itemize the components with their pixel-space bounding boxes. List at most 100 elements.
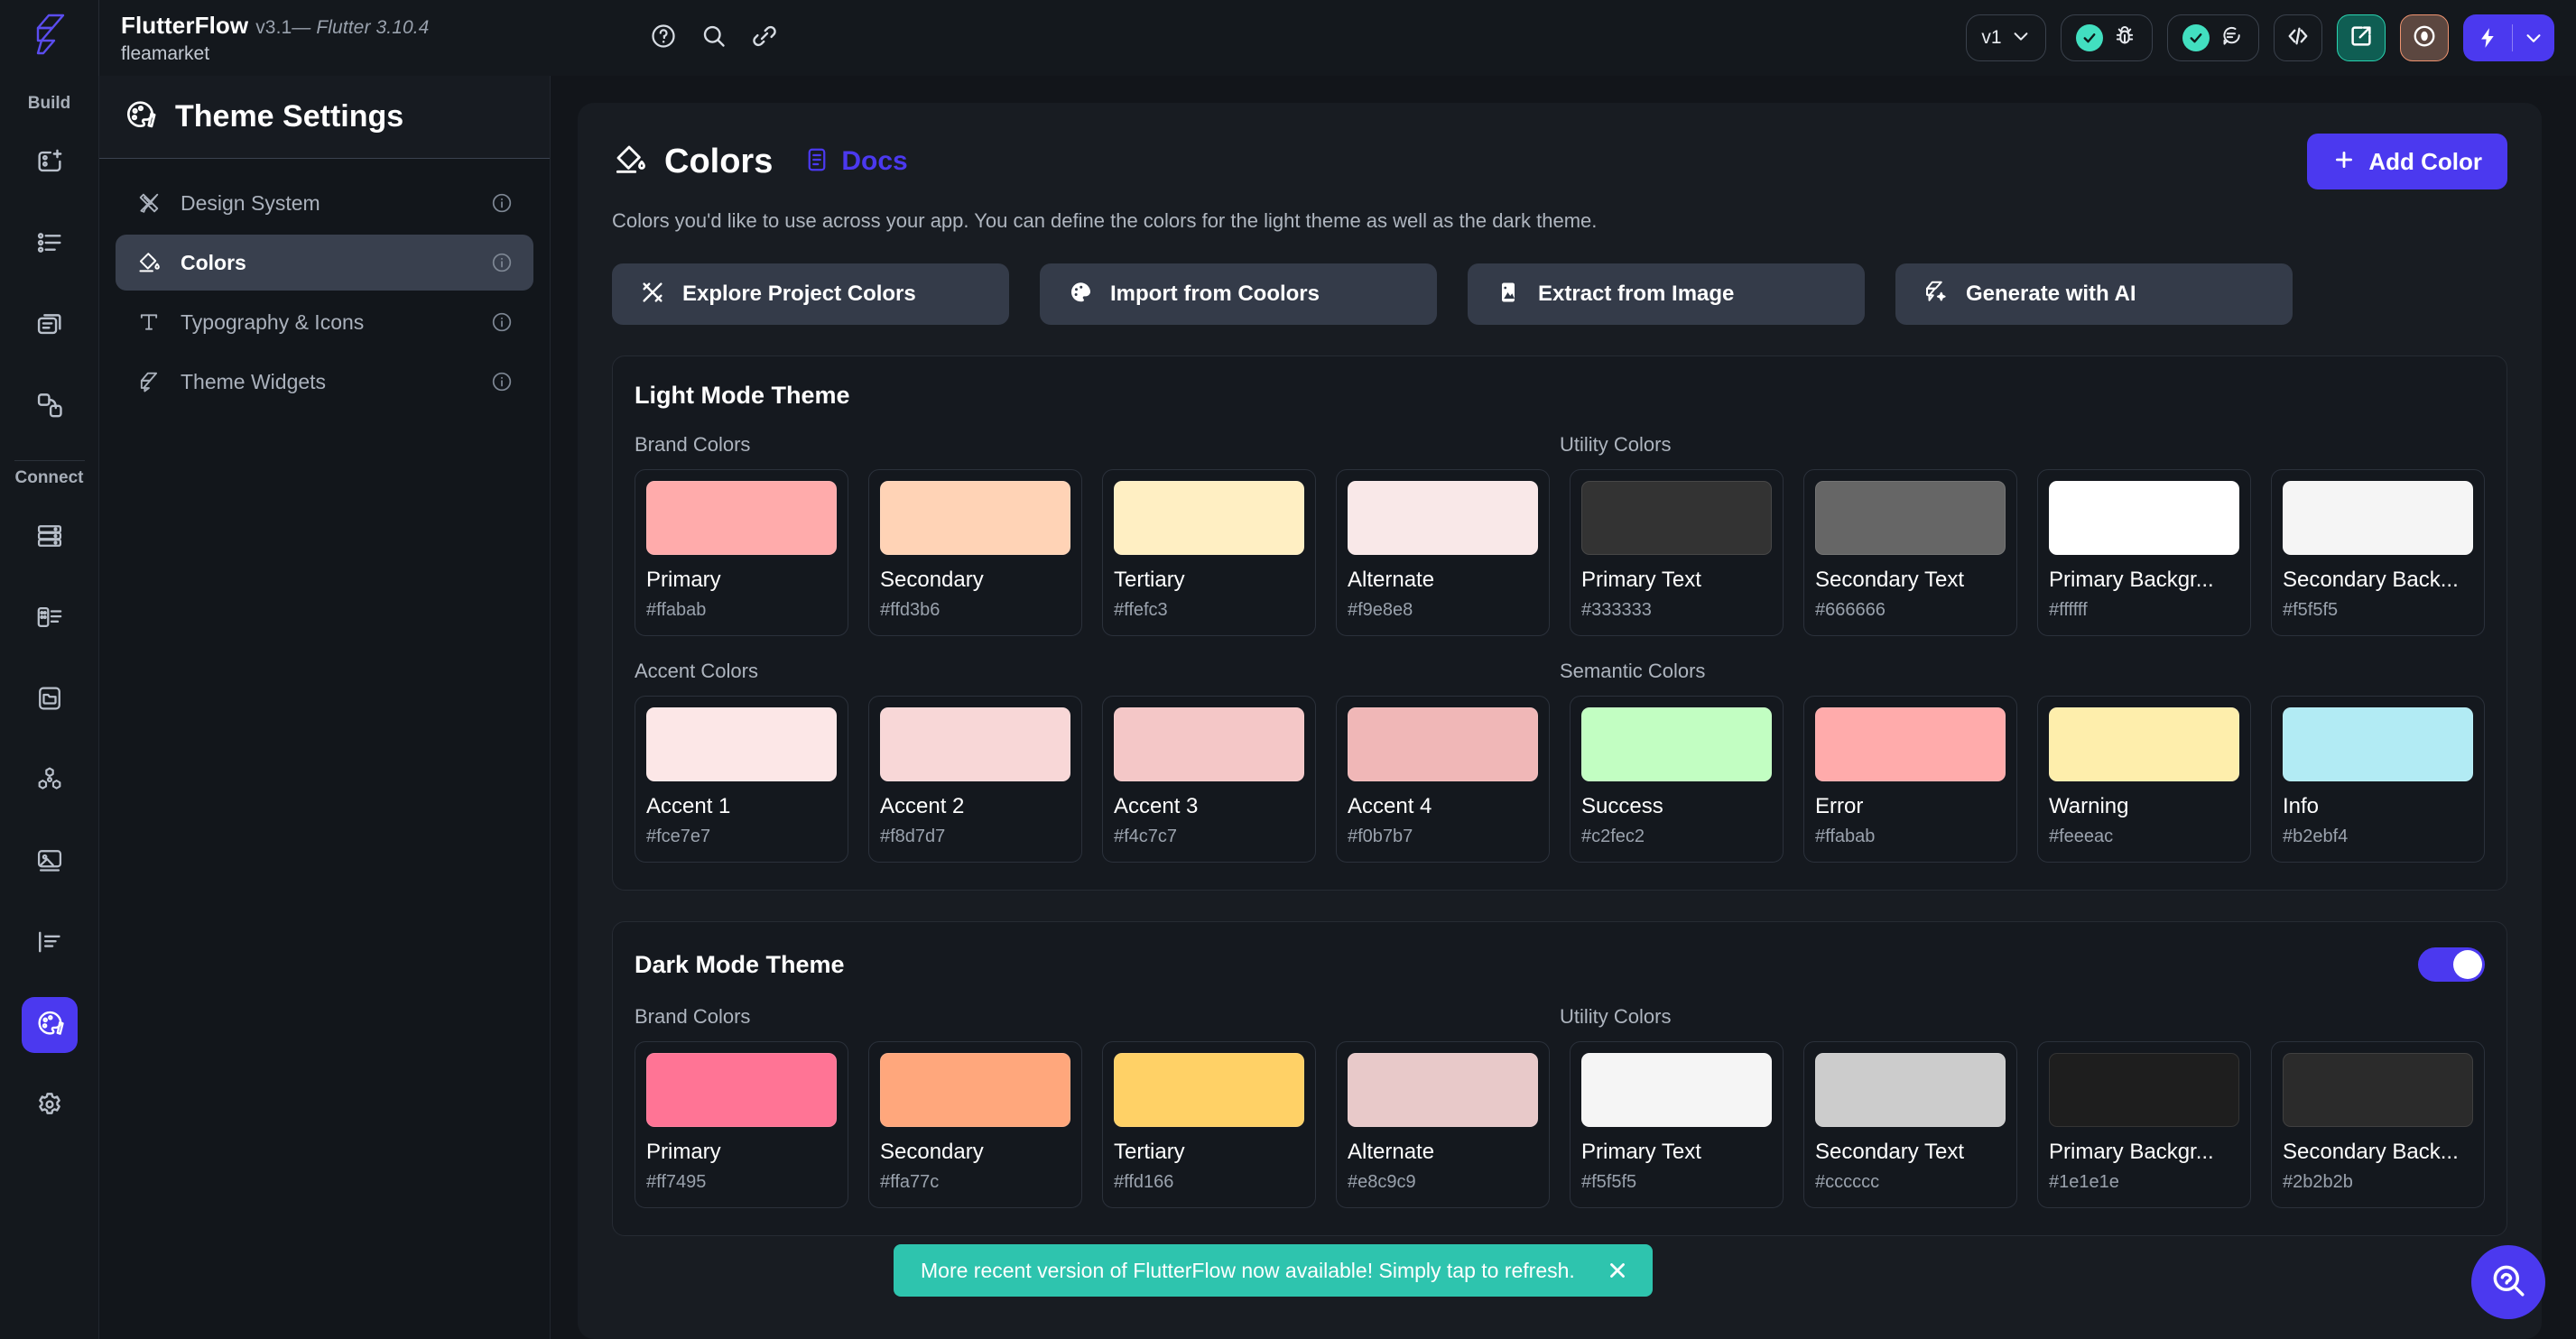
swatch-name: Primary Backgr...: [2049, 1140, 2214, 1164]
color-swatch[interactable]: Secondary Back... #2b2b2b: [2271, 1041, 2485, 1208]
help-button[interactable]: [643, 17, 684, 59]
accent-colors-label: Accent Colors: [635, 660, 758, 682]
color-swatch[interactable]: Accent 4 #f0b7b7: [1336, 696, 1550, 863]
extract-from-image-button[interactable]: Extract from Image: [1468, 263, 1865, 325]
close-x-icon[interactable]: [1606, 1259, 1629, 1282]
rail-item-storage[interactable]: [22, 672, 78, 728]
color-swatch[interactable]: Error #ffabab: [1803, 696, 2017, 863]
swatch-name: Secondary Back...: [2283, 1140, 2459, 1164]
info-circle-icon[interactable]: [490, 191, 514, 215]
comment-icon: [2219, 23, 2244, 53]
sidebar-item-colors[interactable]: Colors: [116, 235, 533, 291]
import-from-coolors-button[interactable]: Import from Coolors: [1040, 263, 1437, 325]
app-name: FlutterFlow: [121, 11, 249, 39]
swatch-color-preview: [1114, 1053, 1304, 1127]
question-circle-icon: [650, 23, 677, 54]
swatch-hex: #f0b7b7: [1348, 826, 1413, 846]
theme-widgets-icon: [135, 369, 162, 394]
rail-item-new-page[interactable]: [22, 135, 78, 191]
light-row-brand-utility: Primary #ffabab Secondary #ffd3b6 Tertia…: [635, 469, 2485, 636]
info-circle-icon[interactable]: [490, 370, 514, 393]
sidebar-item-typography-icons[interactable]: Typography & Icons: [116, 294, 533, 350]
color-swatch[interactable]: Primary Text #f5f5f5: [1570, 1041, 1784, 1208]
sidebar-item-label: Theme Widgets: [181, 369, 327, 393]
add-color-button[interactable]: Add Color: [2307, 134, 2507, 189]
settings-gear-icon: [34, 1089, 65, 1124]
color-swatch[interactable]: Info #b2ebf4: [2271, 696, 2485, 863]
color-swatch[interactable]: Primary Backgr... #1e1e1e: [2037, 1041, 2251, 1208]
color-swatch[interactable]: Secondary Text #cccccc: [1803, 1041, 2017, 1208]
rail-item-database[interactable]: [22, 510, 78, 566]
utility-colors-label: Utility Colors: [1560, 1005, 1672, 1028]
color-swatch[interactable]: Secondary Back... #f5f5f5: [2271, 469, 2485, 636]
integrations-icon: [34, 764, 65, 799]
rail-item-theme[interactable]: [21, 997, 78, 1053]
theme-settings-panel: Theme Settings Design System Colors Typo…: [99, 76, 551, 1339]
dark-mode-theme-card: Dark Mode Theme Brand Colors Utility Col…: [612, 921, 2507, 1236]
swatch-hex: #feeeac: [2049, 826, 2114, 846]
rail-item-media-assets[interactable]: [22, 835, 78, 891]
main-content: Colors Docs Add Color Colors you'd like …: [551, 76, 2576, 1339]
search-icon: [700, 23, 727, 54]
media-assets-icon: [34, 845, 65, 881]
color-swatch[interactable]: Primary Backgr... #ffffff: [2037, 469, 2251, 636]
debug-status-button[interactable]: [2060, 14, 2153, 61]
swatch-color-preview: [1114, 481, 1304, 555]
info-circle-icon[interactable]: [490, 310, 514, 334]
color-swatch[interactable]: Tertiary #ffefc3: [1102, 469, 1316, 636]
rail-item-widget-tree[interactable]: [22, 217, 78, 272]
view-code-button[interactable]: [2273, 14, 2322, 61]
run-button[interactable]: [2462, 14, 2554, 61]
branch-selector[interactable]: v1: [1966, 14, 2046, 61]
search-button[interactable]: [693, 17, 735, 59]
dark-row-brand-utility: Primary #ff7495 Secondary #ffa77c Tertia…: [635, 1041, 2485, 1208]
explore-project-colors-button[interactable]: Explore Project Colors: [612, 263, 1009, 325]
help-fab-button[interactable]: [2471, 1245, 2545, 1319]
color-swatch[interactable]: Alternate #e8c9c9: [1336, 1041, 1550, 1208]
sidebar-item-theme-widgets[interactable]: Theme Widgets: [116, 354, 533, 410]
comments-status-button[interactable]: [2166, 14, 2259, 61]
dark-mode-toggle[interactable]: [2418, 947, 2485, 982]
swatch-color-preview: [880, 481, 1070, 555]
color-swatch[interactable]: Accent 3 #f4c7c7: [1102, 696, 1316, 863]
docs-label: Docs: [841, 146, 908, 176]
rail-item-localization[interactable]: [22, 916, 78, 972]
swatch-color-preview: [880, 707, 1070, 781]
color-swatch[interactable]: Tertiary #ffd166: [1102, 1041, 1316, 1208]
rail-item-settings[interactable]: [22, 1078, 78, 1134]
color-swatch[interactable]: Secondary #ffa77c: [868, 1041, 1082, 1208]
lightning-bolt-icon: [2463, 23, 2512, 52]
color-swatch[interactable]: Primary Text #333333: [1570, 469, 1784, 636]
update-toast[interactable]: More recent version of FlutterFlow now a…: [894, 1244, 1653, 1297]
generate-with-ai-button[interactable]: Generate with AI: [1895, 263, 2293, 325]
semantic-colors-label: Semantic Colors: [1560, 660, 1706, 682]
chevron-down-icon[interactable]: [2513, 28, 2554, 48]
open-in-new-tab-button[interactable]: [2336, 14, 2386, 61]
sidebar-item-design-system[interactable]: Design System: [116, 175, 533, 231]
color-swatch[interactable]: Secondary #ffd3b6: [868, 469, 1082, 636]
preview-button[interactable]: [2399, 14, 2449, 61]
swatch-hex: #f5f5f5: [2283, 600, 2339, 620]
docs-link[interactable]: Docs: [803, 145, 908, 179]
swatch-color-preview: [1348, 707, 1538, 781]
color-swatch[interactable]: Alternate #f9e8e8: [1336, 469, 1550, 636]
light-mode-header: Light Mode Theme: [635, 382, 2485, 410]
dark-group-labels-1: Brand Colors Utility Colors: [635, 1005, 2485, 1029]
rail-item-pages[interactable]: [22, 298, 78, 354]
action-label: Import from Coolors: [1110, 282, 1320, 306]
color-swatch[interactable]: Accent 1 #fce7e7: [635, 696, 848, 863]
info-circle-icon[interactable]: [490, 251, 514, 274]
swatch-name: Secondary Back...: [2283, 568, 2459, 592]
color-swatch[interactable]: Accent 2 #f8d7d7: [868, 696, 1082, 863]
color-swatch[interactable]: Success #c2fec2: [1570, 696, 1784, 863]
color-swatch[interactable]: Warning #feeeac: [2037, 696, 2251, 863]
flutterflow-logo[interactable]: [0, 0, 99, 76]
color-swatch[interactable]: Primary #ff7495: [635, 1041, 848, 1208]
sidebar-item-label: Design System: [181, 190, 320, 215]
rail-item-integrations[interactable]: [22, 753, 78, 809]
color-swatch[interactable]: Secondary Text #666666: [1803, 469, 2017, 636]
color-swatch[interactable]: Primary #ffabab: [635, 469, 848, 636]
copy-link-button[interactable]: [744, 17, 785, 59]
rail-item-api-calls[interactable]: [22, 591, 78, 647]
rail-item-navigation[interactable]: [22, 379, 78, 435]
